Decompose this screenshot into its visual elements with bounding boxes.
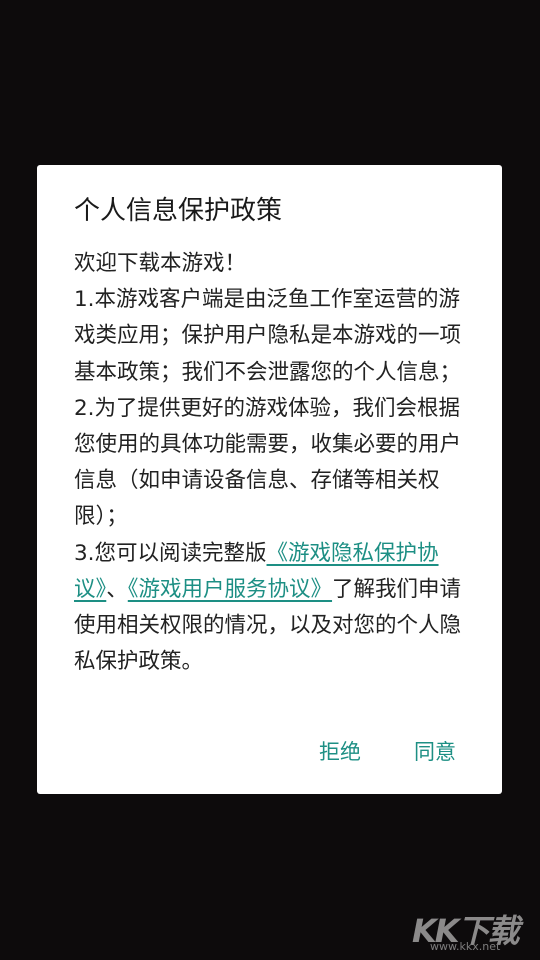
policy-paragraph-1: 1.本游戏客户端是由泛鱼工作室运营的游戏类应用；保护用户隐私是本游戏的一项基本政… bbox=[74, 287, 462, 385]
greeting-text: 欢迎下载本游戏！ bbox=[74, 251, 247, 276]
screen-background: 个人信息保护政策 欢迎下载本游戏！ 1.本游戏客户端是由泛鱼工作室运营的游戏类应… bbox=[0, 0, 540, 960]
policy-paragraph-2: 2.为了提供更好的游戏体验，我们会根据您使用的具体功能需要，收集必要的用户信息（… bbox=[74, 395, 462, 530]
kk-download-watermark: KK下载 www.kkx.net bbox=[412, 904, 522, 954]
privacy-policy-dialog: 个人信息保护政策 欢迎下载本游戏！ 1.本游戏客户端是由泛鱼工作室运营的游戏类应… bbox=[37, 165, 502, 794]
agree-button[interactable]: 同意 bbox=[414, 732, 456, 772]
link-separator: 、 bbox=[106, 576, 128, 602]
service-agreement-link[interactable]: 《游戏用户服务协议》 bbox=[128, 577, 332, 602]
watermark-url: www.kkx.net bbox=[430, 940, 501, 953]
policy-paragraph-3-prefix: 3.您可以阅读完整版 bbox=[74, 540, 267, 566]
reject-button[interactable]: 拒绝 bbox=[319, 732, 361, 772]
dialog-title: 个人信息保护政策 bbox=[74, 196, 283, 226]
dialog-body: 欢迎下载本游戏！ 1.本游戏客户端是由泛鱼工作室运营的游戏类应用；保护用户隐私是… bbox=[74, 246, 466, 680]
policy-paragraph-3: 3.您可以阅读完整版《游戏隐私保护协议》、《游戏用户服务协议》了解我们申请使用相… bbox=[74, 536, 466, 681]
